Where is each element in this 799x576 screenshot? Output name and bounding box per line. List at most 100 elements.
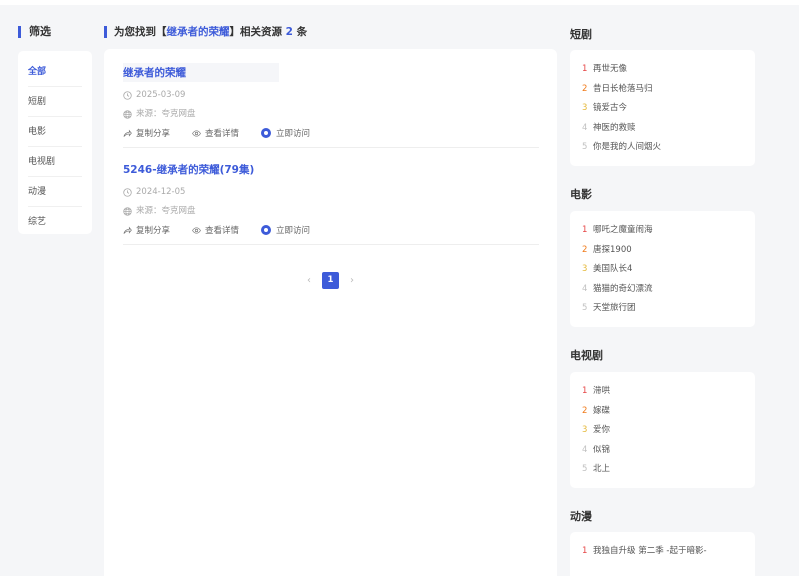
rank-number: 2 [582, 244, 588, 255]
share-label: 复制分享 [136, 129, 171, 139]
visit-button[interactable]: 立即访问 [261, 127, 310, 139]
short-drama-title: 短剧 [570, 28, 592, 41]
result-header: 为您找到【继承者的荣耀】相关资源 2 条 [104, 26, 307, 38]
result-item: 5246-继承者的荣耀(79集) 2024-12-05 来源：夸克网盘 复制分享… [123, 160, 539, 245]
rank-number: 2 [582, 405, 588, 416]
filter-panel: 全部 短剧 电影 电视剧 动漫 综艺 [18, 51, 92, 234]
list-item[interactable]: 1 我独自升级 第二季 -起于暗影- [582, 542, 755, 562]
result-date: 2024-12-05 [123, 186, 539, 198]
rank-number: 5 [582, 303, 588, 314]
result-actions: 复制分享 查看详情 立即访问 [123, 127, 539, 139]
filter-item-all[interactable]: 全部 [28, 57, 82, 87]
list-item[interactable]: 5 天堂旅行团 [582, 299, 755, 319]
result-date-text: 2024-12-05 [136, 187, 186, 197]
list-item[interactable]: 4 猫猫的奇幻漂流 [582, 280, 755, 300]
eye-icon [192, 226, 201, 234]
rank-number: 1 [582, 64, 588, 74]
rank-number: 4 [582, 122, 588, 133]
header-prefix: 为您找到【 [114, 26, 167, 38]
details-button[interactable]: 查看详情 [192, 127, 239, 139]
result-item: 继承者的荣耀 2025-03-09 来源：夸克网盘 复制分享 查看详情 立即访问 [123, 63, 539, 148]
rank-number: 5 [582, 464, 588, 475]
visit-button[interactable]: 立即访问 [261, 224, 310, 236]
rank-number: 5 [582, 142, 588, 153]
pagination: ‹ 1 › [104, 272, 557, 289]
anime-title: 动漫 [570, 510, 592, 523]
header-suffix: 条 [292, 26, 308, 38]
list-item[interactable]: 3 镜爱古今 [582, 99, 755, 119]
eye-icon [192, 129, 201, 137]
list-item[interactable]: 2 昔日长枪落马归 [582, 80, 755, 100]
clock-icon [123, 187, 132, 197]
rank-number: 3 [582, 264, 588, 275]
rank-number: 3 [582, 425, 588, 436]
item-title: 昔日长枪落马归 [593, 83, 653, 94]
result-panel: 继承者的荣耀 2025-03-09 来源：夸克网盘 复制分享 查看详情 立即访问 [104, 49, 557, 576]
item-title: 猫猫的奇幻漂流 [593, 283, 653, 294]
details-label: 查看详情 [205, 129, 240, 139]
list-item[interactable]: 3 美国队长4 [582, 260, 755, 280]
item-title: 北上 [593, 464, 611, 475]
details-label: 查看详情 [205, 226, 240, 236]
item-title: 我独自升级 第二季 -起于暗影- [593, 546, 707, 556]
visit-label: 立即访问 [276, 129, 311, 139]
list-item[interactable]: 1 再世无像 [582, 60, 755, 80]
result-title[interactable]: 5246-继承者的荣耀(79集) [123, 164, 254, 176]
globe-icon [123, 206, 132, 216]
share-label: 复制分享 [136, 226, 171, 236]
share-icon [123, 129, 132, 137]
next-page-button[interactable]: › [339, 275, 365, 286]
rank-number: 4 [582, 283, 588, 294]
result-date: 2025-03-09 [123, 89, 539, 101]
item-title: 再世无像 [593, 64, 628, 74]
result-actions: 复制分享 查看详情 立即访问 [123, 224, 539, 236]
visit-label: 立即访问 [276, 226, 311, 236]
result-source-text: 来源：夸克网盘 [136, 109, 196, 119]
movies-list: 1 哪吒之魔童闹海 2 唐探1900 3 美国队长4 4 猫猫的奇幻漂流 5 天堂旅行团 [570, 211, 755, 327]
filter-title: 筛选 [18, 26, 51, 38]
result-source: 来源：夸克网盘 [123, 108, 539, 120]
list-item[interactable]: 4 神医的救赎 [582, 119, 755, 139]
share-button[interactable]: 复制分享 [123, 224, 170, 236]
share-button[interactable]: 复制分享 [123, 127, 170, 139]
details-button[interactable]: 查看详情 [192, 224, 239, 236]
item-title: 美国队长4 [593, 264, 633, 275]
list-item[interactable]: 1 哪吒之魔童闹海 [582, 221, 755, 241]
rank-number: 3 [582, 103, 588, 114]
list-item[interactable]: 4 似锦 [582, 441, 755, 461]
prev-page-button[interactable]: ‹ [296, 275, 322, 286]
filter-item-short-drama[interactable]: 短剧 [28, 87, 82, 117]
list-item[interactable]: 1 滞哄 [582, 382, 755, 402]
list-item[interactable]: 2 唐探1900 [582, 241, 755, 261]
rank-number: 2 [582, 83, 588, 94]
item-title: 爱你 [593, 425, 611, 436]
clock-icon [123, 90, 132, 100]
result-date-text: 2025-03-09 [136, 90, 186, 100]
list-item[interactable]: 2 嫁碟 [582, 402, 755, 422]
item-title: 嫁碟 [593, 405, 611, 416]
tv-list: 1 滞哄 2 嫁碟 3 爱你 4 似锦 5 北上 [570, 372, 755, 488]
item-title: 镜爱古今 [593, 103, 628, 114]
filter-item-variety[interactable]: 综艺 [28, 207, 82, 237]
page-1-button[interactable]: 1 [322, 272, 339, 289]
top-bar [0, 0, 799, 5]
list-item[interactable]: 5 你是我的人间烟火 [582, 138, 755, 158]
list-item[interactable]: 5 北上 [582, 460, 755, 480]
item-title: 哪吒之魔童闹海 [593, 225, 653, 235]
filter-item-anime[interactable]: 动漫 [28, 177, 82, 207]
result-title-wrap: 5246-继承者的荣耀(79集) [123, 160, 259, 179]
item-title: 似锦 [593, 444, 611, 455]
filter-item-tv[interactable]: 电视剧 [28, 147, 82, 177]
result-source: 来源：夸克网盘 [123, 205, 539, 217]
result-source-text: 来源：夸克网盘 [136, 206, 196, 216]
list-item[interactable]: 3 爱你 [582, 421, 755, 441]
item-title: 你是我的人间烟火 [593, 142, 662, 153]
ring-icon [261, 225, 272, 235]
rank-number: 1 [582, 225, 588, 235]
ring-icon [261, 128, 272, 138]
result-title[interactable]: 继承者的荣耀 [123, 67, 186, 79]
search-keyword: 继承者的荣耀 [166, 26, 230, 38]
filter-item-movie[interactable]: 电影 [28, 117, 82, 147]
item-title: 唐探1900 [593, 244, 632, 255]
globe-icon [123, 109, 132, 119]
